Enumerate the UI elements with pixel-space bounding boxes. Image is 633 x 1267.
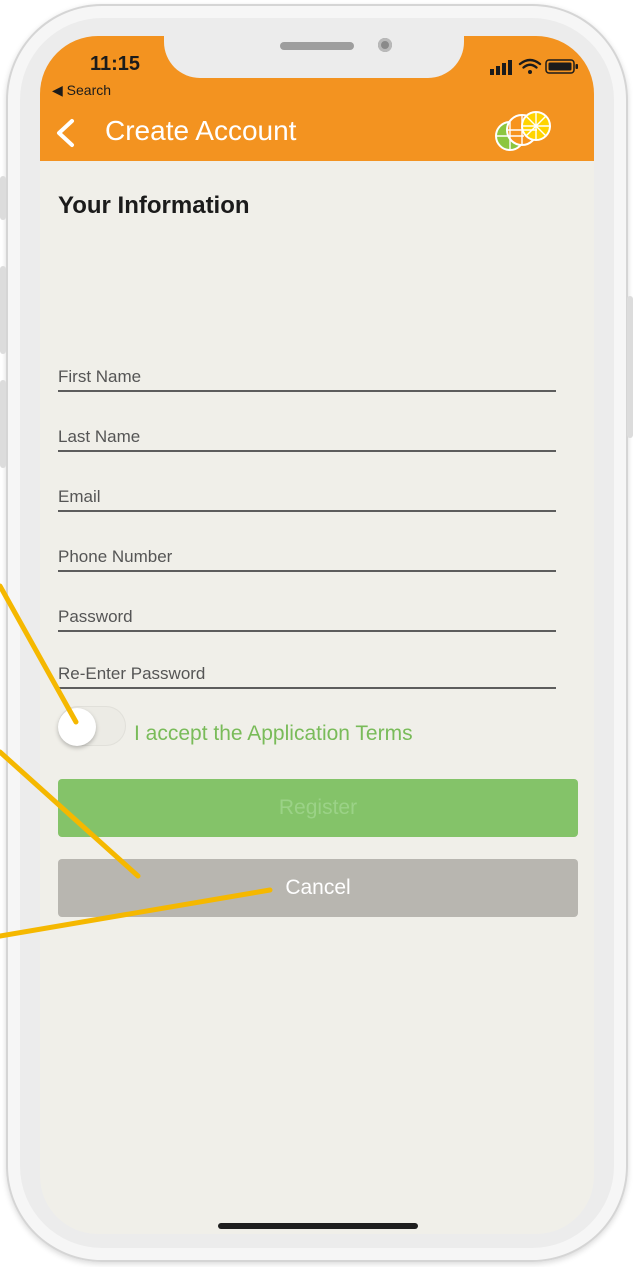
section-title: Your Information xyxy=(58,192,250,219)
phone-number-placeholder: Phone Number xyxy=(58,547,173,566)
speaker-grille xyxy=(280,42,354,50)
chevron-left-icon[interactable] xyxy=(54,118,76,148)
citrus-logo-icon xyxy=(495,111,551,151)
password-field[interactable]: Password xyxy=(58,590,556,632)
last-name-placeholder: Last Name xyxy=(58,427,141,446)
email-field[interactable]: Email xyxy=(58,470,556,512)
password-placeholder: Password xyxy=(58,607,133,626)
terms-toggle[interactable] xyxy=(58,706,126,746)
wifi-icon xyxy=(518,58,542,74)
page-title: Create Account xyxy=(105,115,297,146)
cancel-button[interactable]: Cancel xyxy=(58,859,578,917)
last-name-field[interactable]: Last Name xyxy=(58,410,556,452)
home-indicator xyxy=(218,1223,418,1229)
phone-notch xyxy=(164,36,464,78)
phone-number-field[interactable]: Phone Number xyxy=(58,530,556,572)
first-name-placeholder: First Name xyxy=(58,367,142,386)
back-to-app-link[interactable]: ◀ Search xyxy=(52,82,111,99)
power-button xyxy=(627,296,633,438)
register-button[interactable]: Register xyxy=(58,779,578,837)
toggle-knob xyxy=(58,708,96,746)
app-header: 11:15 ◀ Search Create Account xyxy=(40,36,594,161)
re-enter-password-placeholder: Re-Enter Password xyxy=(58,664,206,683)
front-camera xyxy=(378,38,392,52)
side-button xyxy=(0,176,6,220)
battery-icon xyxy=(545,59,578,74)
email-placeholder: Email xyxy=(58,487,101,506)
signal-icon xyxy=(490,60,512,75)
re-enter-password-field[interactable]: Re-Enter Password xyxy=(58,647,556,689)
volume-up-button xyxy=(0,266,6,354)
status-icons xyxy=(490,58,578,75)
volume-down-button xyxy=(0,380,6,468)
terms-label[interactable]: I accept the Application Terms xyxy=(134,722,413,746)
first-name-field[interactable]: First Name xyxy=(58,350,556,392)
app-screen: 11:15 ◀ Search Create Account Your Infor… xyxy=(40,36,594,1234)
status-time: 11:15 xyxy=(90,53,141,75)
